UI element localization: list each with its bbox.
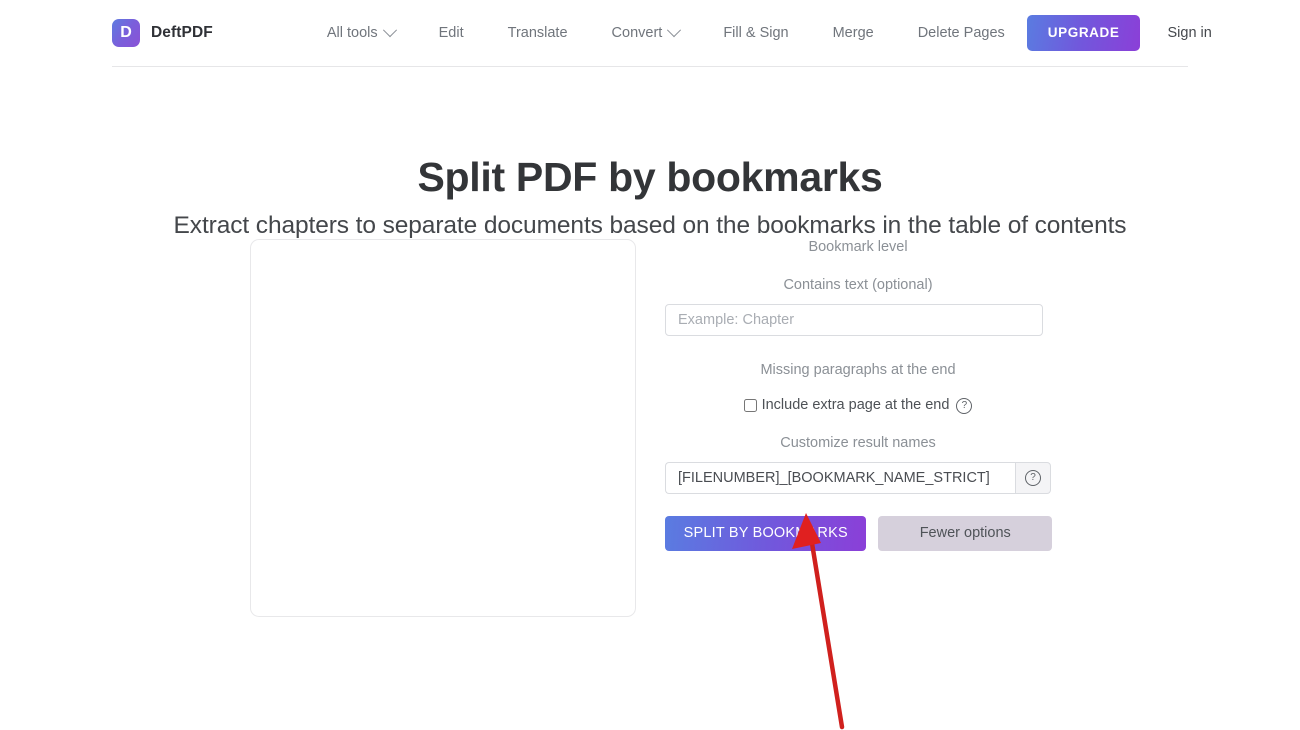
customize-result-names-label: Customize result names <box>780 434 936 451</box>
chevron-down-icon <box>382 23 397 38</box>
bookmark-level-label: Bookmark level <box>808 239 908 255</box>
nav-item-label: Fill & Sign <box>723 25 789 41</box>
result-names-input-group: ? <box>665 462 1051 494</box>
include-extra-page-checkbox[interactable] <box>743 399 757 412</box>
page-subtitle: Extract chapters to separate documents b… <box>173 211 1127 239</box>
nav-item-merge[interactable]: Merge <box>811 25 896 41</box>
help-question-icon: ? <box>1025 470 1041 486</box>
sign-in-link[interactable]: Sign in <box>1167 25 1211 41</box>
nav-item-label: Translate <box>507 25 568 41</box>
nav-item-label: Edit <box>438 25 464 41</box>
include-extra-page-label: Include extra page at the end <box>761 397 950 414</box>
contains-text-label: Contains text (optional) <box>783 276 933 293</box>
contains-text-input[interactable] <box>665 304 1043 336</box>
navbar-content: D DeftPDF All tools Edit Translate Conve… <box>112 0 1212 67</box>
nav-item-label: All tools <box>326 25 378 41</box>
brand-logo-link[interactable]: D DeftPDF <box>112 19 213 47</box>
nav-item-convert[interactable]: Convert <box>590 23 702 41</box>
nav-links: All tools Edit Translate Convert Fill & … <box>305 23 1027 41</box>
nav-item-label: Delete Pages <box>917 25 1005 41</box>
nav-item-label: Convert <box>611 25 663 41</box>
nav-item-label: Merge <box>832 25 874 41</box>
page-title: Split PDF by bookmarks <box>417 154 883 201</box>
deftpdf-logo-icon: D <box>112 19 140 47</box>
upgrade-button[interactable]: UPGRADE <box>1026 15 1141 51</box>
chevron-down-icon <box>667 23 682 38</box>
options-action-row: SPLIT BY BOOKMARKS Fewer options <box>665 516 1052 551</box>
top-navbar: D DeftPDF All tools Edit Translate Conve… <box>0 0 1300 68</box>
result-names-input[interactable] <box>665 462 1015 494</box>
include-extra-page-row: Include extra page at the end ? <box>664 397 1052 414</box>
brand-name: DeftPDF <box>151 24 213 41</box>
nav-item-edit[interactable]: Edit <box>417 25 486 41</box>
file-dropzone[interactable] <box>250 239 636 617</box>
navbar-actions: UPGRADE Sign in <box>1026 15 1212 51</box>
split-options-panel: Bookmark level Contains text (optional) … <box>664 236 1052 551</box>
nav-item-fill-and-sign[interactable]: Fill & Sign <box>701 25 810 41</box>
nav-item-delete-pages[interactable]: Delete Pages <box>896 25 1027 41</box>
missing-paragraphs-label: Missing paragraphs at the end <box>760 362 956 378</box>
split-by-bookmarks-button[interactable]: SPLIT BY BOOKMARKS <box>665 516 867 551</box>
result-names-help-button[interactable]: ? <box>1015 462 1051 494</box>
help-question-icon[interactable]: ? <box>956 397 973 414</box>
nav-item-translate[interactable]: Translate <box>486 25 590 41</box>
nav-item-all-tools[interactable]: All tools <box>305 23 417 41</box>
fewer-options-button[interactable]: Fewer options <box>878 516 1052 551</box>
